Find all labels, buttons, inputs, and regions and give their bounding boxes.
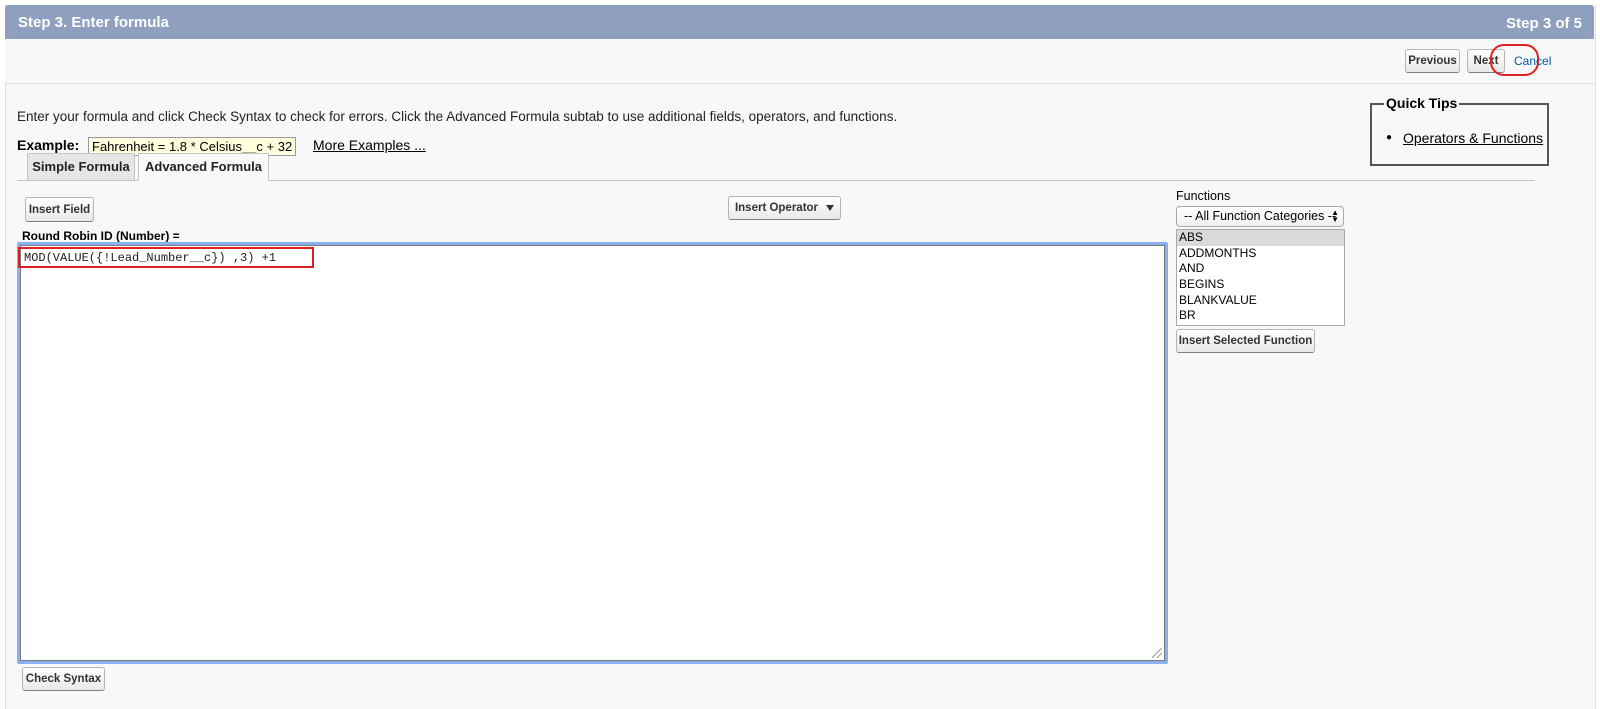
step-counter: Step 3 of 5	[1506, 15, 1582, 32]
operators-functions-link[interactable]: Operators & Functions	[1403, 130, 1543, 146]
tab-advanced-formula[interactable]: Advanced Formula	[138, 153, 269, 181]
quick-tips-title: Quick Tips	[1384, 95, 1460, 111]
formula-editor-inner: MOD(VALUE({!Lead_Number__c}) ,3) +1	[20, 245, 1165, 661]
select-arrows-icon: ▲ ▼	[1331, 208, 1339, 224]
instructions-text: Enter your formula and click Check Synta…	[17, 109, 898, 124]
field-label: Round Robin ID (Number) =	[22, 229, 180, 243]
formula-editor[interactable]: MOD(VALUE({!Lead_Number__c}) ,3) +1	[17, 242, 1168, 664]
more-examples-link[interactable]: More Examples ...	[313, 137, 426, 153]
insert-selected-function-button[interactable]: Insert Selected Function	[1176, 329, 1315, 353]
function-item[interactable]: BLANKVALUE	[1177, 293, 1344, 309]
bullet-icon: ●	[1386, 132, 1393, 143]
example-label: Example:	[17, 137, 80, 153]
cancel-link[interactable]: Cancel	[1514, 54, 1551, 68]
tab-simple-formula[interactable]: Simple Formula	[27, 153, 135, 180]
function-item[interactable]: AND	[1177, 261, 1344, 277]
function-item[interactable]: BR	[1177, 308, 1344, 324]
next-button[interactable]: Next	[1467, 49, 1505, 73]
insert-operator-label: Insert Operator	[734, 202, 819, 214]
formula-text: MOD(VALUE({!Lead_Number__c}) ,3) +1	[24, 251, 277, 265]
resize-handle-icon[interactable]	[1152, 648, 1162, 658]
functions-label: Functions	[1176, 189, 1231, 203]
insert-operator-button[interactable]: Insert Operator	[728, 196, 841, 220]
function-item[interactable]: BEGINS	[1177, 277, 1344, 293]
insert-field-button[interactable]: Insert Field	[25, 197, 94, 222]
function-item[interactable]: ADDMONTHS	[1177, 246, 1344, 262]
step-title: Step 3. Enter formula	[18, 14, 169, 31]
functions-list[interactable]: ABS ADDMONTHS AND BEGINS BLANKVALUE BR	[1176, 229, 1345, 326]
function-item[interactable]: ABS	[1177, 230, 1344, 246]
caret-down-icon	[826, 204, 835, 211]
function-category-value: -- All Function Categories --	[1184, 209, 1337, 223]
navigation-bar	[5, 39, 1594, 84]
function-category-select[interactable]: -- All Function Categories -- ▲ ▼	[1176, 206, 1344, 227]
step-header: Step 3. Enter formula Step 3 of 5	[5, 5, 1594, 39]
quick-tips-box: Quick Tips ● Operators & Functions	[1370, 95, 1549, 166]
previous-button[interactable]: Previous	[1405, 49, 1460, 73]
check-syntax-button[interactable]: Check Syntax	[22, 667, 105, 691]
